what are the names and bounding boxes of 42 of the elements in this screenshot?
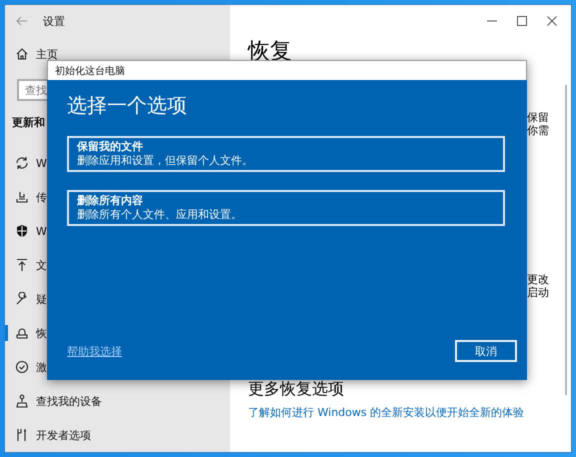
- maximize-icon[interactable]: [515, 14, 529, 28]
- tools-icon: [15, 428, 29, 442]
- person-pin-icon: [15, 394, 29, 408]
- dialog-heading: 选择一个选项: [67, 93, 188, 117]
- recovery-icon: [15, 326, 29, 340]
- option-title: 删除所有内容: [77, 194, 143, 208]
- home-item[interactable]: 主页: [5, 44, 58, 64]
- sync-icon: [15, 156, 29, 170]
- nav-item[interactable]: W: [5, 214, 47, 248]
- nav-item[interactable]: 查找我的设备: [5, 384, 102, 418]
- option-description: 删除所有个人文件、应用和设置。: [77, 208, 243, 222]
- nav-item[interactable]: 传: [5, 180, 47, 214]
- description-text: 保留: [527, 111, 549, 124]
- nav-item[interactable]: 疑: [5, 282, 47, 316]
- tray-icon: [15, 190, 29, 204]
- nav-item[interactable]: 激: [5, 350, 47, 384]
- check-circle-icon: [15, 360, 29, 374]
- nav-item[interactable]: 恢: [5, 316, 47, 350]
- option-card[interactable]: 删除所有内容 删除所有个人文件、应用和设置。: [67, 190, 505, 226]
- shield-icon: [15, 224, 29, 238]
- help-link[interactable]: 了解如何进行 Windows 的全新安装以便开始全新的体验: [248, 405, 524, 421]
- window-title: 设置: [43, 14, 65, 28]
- nav-item[interactable]: W: [5, 146, 47, 180]
- scrollbar[interactable]: [565, 85, 567, 395]
- page-title: 恢复: [246, 38, 293, 66]
- description-text: 你需: [527, 124, 549, 137]
- option-card[interactable]: 保留我的文件 删除应用和设置，但保留个人文件。: [67, 136, 505, 172]
- section-heading: 更新和: [12, 114, 45, 130]
- option-description: 删除应用和设置，但保留个人文件。: [77, 154, 254, 168]
- nav-item[interactable]: 开发者选项: [5, 418, 91, 452]
- description-text: 更改: [527, 273, 549, 286]
- close-icon[interactable]: [545, 14, 559, 28]
- option-title: 保留我的文件: [77, 140, 144, 154]
- help-link[interactable]: 帮助我选择: [67, 344, 122, 358]
- section-heading: 更多恢复选项: [247, 378, 345, 400]
- home-icon: [15, 47, 29, 61]
- nav-item[interactable]: 文: [5, 248, 47, 282]
- wrench-icon: [15, 292, 29, 306]
- dialog-title: 初始化这台电脑: [55, 64, 125, 78]
- upload-icon: [15, 258, 29, 272]
- cancel-button[interactable]: 取消: [455, 340, 517, 362]
- description-text: 启动: [527, 286, 549, 299]
